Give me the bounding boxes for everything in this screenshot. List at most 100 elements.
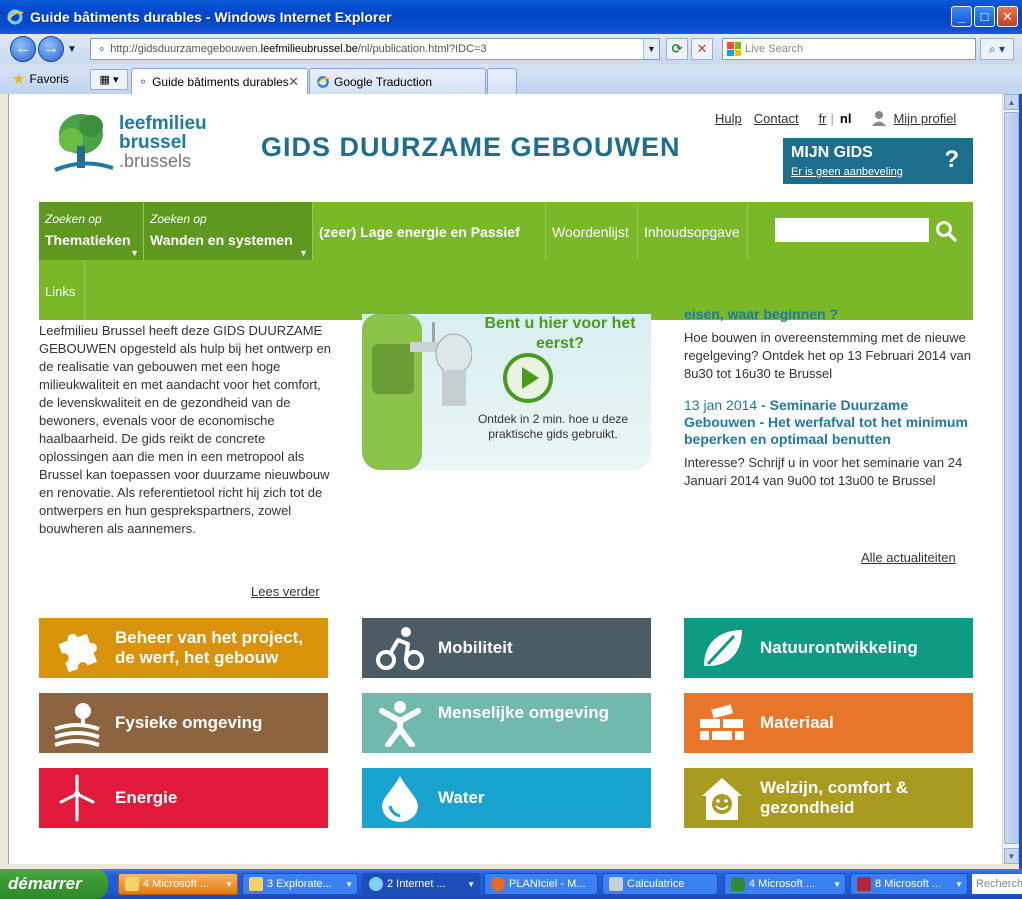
taskbar-item-excel[interactable]: 4 Microsoft ... ▼: [724, 873, 846, 895]
tile-fysieke-omgeving[interactable]: Fysieke omgeving: [39, 693, 328, 753]
nav-lage-energie[interactable]: (zeer) Lage energie en Passief: [313, 202, 546, 260]
quick-tabs-icon[interactable]: ▦ ▾: [90, 69, 128, 90]
nav-woordenlijst[interactable]: Woordenlijst: [546, 202, 638, 260]
tile-mobiliteit[interactable]: Mobiliteit: [362, 618, 651, 678]
new-tab-button[interactable]: [487, 68, 517, 94]
top-links: Hulp Contact fr | nl Mijn profiel: [715, 110, 956, 126]
nav-thematieken[interactable]: Zoeken op Thematieken ▼: [39, 202, 144, 260]
firefox-icon: [491, 877, 505, 891]
refresh-icon[interactable]: ⟳: [666, 38, 688, 60]
history-dropdown-icon[interactable]: ▼: [67, 44, 77, 55]
taskbar-search-input[interactable]: Recherch: [972, 874, 1022, 894]
caret-down-icon: ▼: [130, 248, 139, 258]
chevron-down-icon: ▼: [955, 879, 963, 889]
scroll-down-icon[interactable]: ▼: [1004, 848, 1019, 864]
star-icon: ★: [12, 71, 26, 88]
mijn-gids-box[interactable]: MIJN GIDS Er is geen aanbeveling ?: [783, 138, 973, 184]
address-dropdown-icon[interactable]: ▼: [643, 39, 659, 59]
taskbar-search-placeholder: Recherch: [976, 878, 1022, 890]
video-caption: Ontdek in 2 min. hoe u deze praktische g…: [477, 412, 629, 441]
tile-materiaal[interactable]: Materiaal: [684, 693, 973, 753]
tile-label: Water: [438, 788, 485, 807]
news-item2-heading[interactable]: 13 jan 2014 - Seminarie Duurzame Gebouwe…: [684, 397, 974, 448]
tree-logo-icon: [54, 114, 114, 172]
live-search-input[interactable]: Live Search: [722, 38, 976, 60]
intro-text: Leefmilieu Brussel heeft deze GIDS DUURZ…: [39, 323, 331, 536]
maximize-button[interactable]: □: [974, 6, 995, 27]
forward-button[interactable]: →: [38, 36, 64, 62]
back-button[interactable]: ←: [10, 36, 36, 62]
address-toolbar: ← → ▼ ⚬ http://gidsduurzamegebouwen. leef…: [0, 34, 1022, 64]
mijn-gids-subtitle[interactable]: Er is geen aanbeveling: [791, 166, 903, 178]
site-search-input[interactable]: [775, 218, 929, 242]
play-icon[interactable]: [502, 352, 554, 404]
cyclist-icon: [376, 627, 424, 670]
logo-line2: brussel: [119, 132, 187, 153]
taskbar-item-calculatrice[interactable]: Calculatrice: [602, 873, 718, 895]
scroll-up-icon[interactable]: ▲: [1004, 94, 1019, 110]
taskbar-item-internet[interactable]: 2 Internet ... ▼: [362, 873, 480, 895]
live-search-placeholder: Live Search: [745, 43, 804, 55]
bricks-icon: [700, 704, 744, 740]
nav-big-label: Thematieken: [45, 232, 131, 248]
lees-verder-link[interactable]: Lees verder: [251, 584, 320, 599]
favorites-button[interactable]: ★ Favoris: [12, 70, 69, 88]
close-button[interactable]: ✕: [997, 6, 1018, 27]
tile-water[interactable]: Water: [362, 768, 651, 828]
lang-fr-link[interactable]: fr: [819, 111, 827, 126]
wind-turbine-icon: [59, 774, 95, 822]
tile-welzijn[interactable]: Welzijn, comfort & gezondheid: [684, 768, 973, 828]
nav-wanden-en-systemen[interactable]: Zoeken op Wanden en systemen ▼: [144, 202, 313, 260]
nav-inhoudsopgave[interactable]: Inhoudsopgave: [638, 202, 748, 260]
tile-energie[interactable]: Energie: [39, 768, 328, 828]
news-separator: -: [757, 397, 770, 413]
address-bar[interactable]: ⚬ http://gidsduurzamegebouwen. leefmilieu…: [90, 38, 660, 60]
landscape-icon: [54, 703, 100, 747]
help-link[interactable]: Hulp: [715, 111, 742, 126]
search-icon[interactable]: [935, 220, 957, 242]
logo-line3: .brussels: [119, 151, 192, 171]
tile-beheer[interactable]: Beheer van het project, de werf, het geb…: [39, 618, 328, 678]
taskbar-item-explorer[interactable]: 3 Explorate... ▼: [242, 873, 358, 895]
news-item1-title[interactable]: eisen, waar beginnen ?: [684, 306, 974, 323]
house-smile-icon: [702, 778, 742, 820]
search-go-icon[interactable]: ⌕ ▾: [980, 38, 1014, 60]
news-list: eisen, waar beginnen ? Hoe bouwen in ove…: [684, 306, 974, 490]
taskbar-item-label: 2 Internet ...: [387, 878, 446, 890]
alle-actualiteiten-link[interactable]: Alle actualiteiten: [861, 550, 956, 565]
help-question-icon[interactable]: ?: [944, 146, 959, 174]
water-drop-icon: [382, 776, 418, 822]
taskbar: démarrer 4 Microsoft ... ▼ 3 Explorate...…: [0, 869, 1022, 899]
leaf-icon: [704, 630, 742, 666]
minimize-button[interactable]: _: [951, 6, 972, 27]
site-logo[interactable]: leefmilieu brussel .brussels: [51, 110, 207, 176]
taskbar-item-outlook[interactable]: 4 Microsoft ... ▼: [118, 873, 238, 895]
internet-explorer-icon: [316, 75, 330, 88]
url-prefix: http://gidsduurzamegebouwen.: [110, 43, 261, 55]
tab-label: Guide bâtiments durables: [152, 74, 289, 89]
tile-natuurontwikkeling[interactable]: Natuurontwikkeling: [684, 618, 973, 678]
contact-link[interactable]: Contact: [754, 111, 799, 126]
tab-google-traduction[interactable]: Google Traduction: [309, 68, 486, 94]
tab-close-icon[interactable]: ✕: [288, 74, 299, 90]
nav-links[interactable]: Links: [39, 260, 85, 320]
tab-guide[interactable]: ⚬ Guide bâtiments durables ✕: [131, 68, 308, 94]
profile-link[interactable]: Mijn profiel: [893, 111, 956, 126]
taskbar-item-label: 4 Microsoft ...: [143, 878, 210, 890]
chevron-down-icon: ▼: [345, 879, 353, 889]
taskbar-item-access[interactable]: 8 Microsoft ... ▼: [850, 873, 968, 895]
scroll-thumb[interactable]: [1004, 112, 1019, 844]
access-icon: [857, 877, 871, 891]
robot-mascot-icon: [362, 314, 472, 470]
taskbar-item-planiciel[interactable]: PLANIciel - M...: [484, 873, 598, 895]
url-host: leefmilieubrussel.be: [260, 43, 358, 55]
window-titlebar[interactable]: Guide bâtiments durables - Windows Inter…: [0, 0, 1022, 34]
nav-label: Woordenlijst: [552, 224, 629, 240]
intro-video[interactable]: Bent u hier voor het eerst? Ontdek in 2 …: [362, 314, 651, 470]
vertical-scrollbar[interactable]: ▲ ▼: [1002, 94, 1019, 864]
stop-icon[interactable]: ✕: [691, 38, 713, 60]
tile-menselijke-omgeving[interactable]: Menselijke omgeving: [362, 693, 651, 753]
start-button[interactable]: démarrer: [0, 869, 108, 899]
chevron-down-icon: ▼: [833, 879, 841, 889]
taskbar-item-label: 4 Microsoft ...: [749, 878, 816, 890]
